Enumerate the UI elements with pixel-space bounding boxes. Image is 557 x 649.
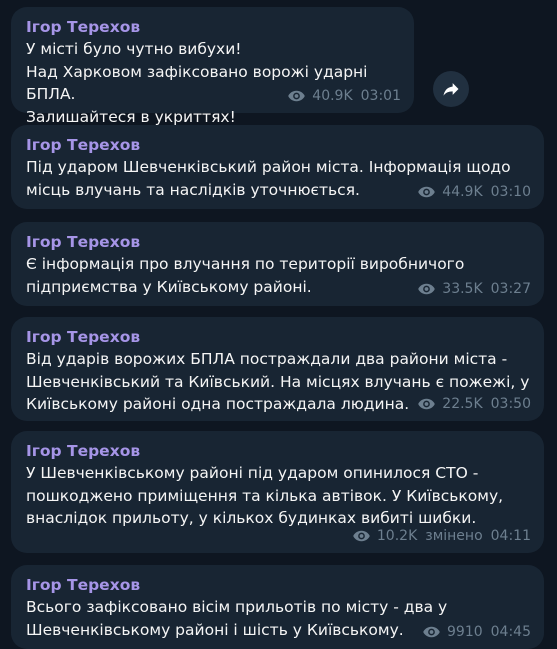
share-arrow-icon [443, 83, 459, 96]
message-time: 04:45 [490, 624, 531, 640]
message-author[interactable]: Ігор Терехов [26, 134, 531, 156]
eye-icon [418, 283, 436, 295]
view-count: 40.9K [312, 88, 353, 104]
message-author[interactable]: Ігор Терехов [26, 326, 531, 348]
message-bubble[interactable]: Ігор Терехов У Шевченківському районі пі… [11, 431, 544, 553]
message-text: У Шевченківському районі під ударом опин… [26, 464, 504, 527]
message-time: 03:50 [490, 396, 531, 412]
eye-icon [418, 186, 436, 198]
message-time: 03:10 [490, 184, 531, 200]
eye-icon [353, 530, 370, 542]
view-count: 44.9K [442, 184, 483, 200]
view-count: 22.5K [442, 396, 483, 412]
view-count: 10.2K [376, 528, 418, 544]
eye-icon [423, 626, 440, 638]
message-time: 03:27 [490, 281, 531, 297]
edited-label: змінено [425, 528, 483, 544]
message-meta: 44.9K 03:10 [417, 183, 531, 201]
message-bubble[interactable]: Ігор Терехов Від ударів ворожих БПЛА пос… [11, 317, 544, 421]
message-feed[interactable]: Ігор Терехов У місті було чутно вибухи! … [0, 0, 557, 649]
eye-icon [288, 90, 306, 102]
share-button[interactable] [433, 71, 469, 107]
eye-icon [418, 398, 436, 410]
message-meta: 10.2K змінено 04:11 [352, 527, 531, 545]
message-author[interactable]: Ігор Терехов [26, 231, 531, 253]
message-time: 03:01 [360, 88, 401, 104]
message-bubble[interactable]: Ігор Терехов Під ударом Шевченківський р… [11, 125, 544, 209]
message-text: У місті було чутно вибухи! Над Харковом … [26, 40, 368, 126]
message-bubble[interactable]: Ігор Терехов Є інформація про влучання п… [11, 222, 544, 306]
view-count: 9910 [447, 624, 483, 640]
message-meta: 9910 04:45 [422, 623, 531, 641]
message-author[interactable]: Ігор Терехов [26, 574, 531, 596]
view-count: 33.5K [442, 281, 483, 297]
message-meta: 40.9K 03:01 [287, 87, 401, 105]
message-bubble[interactable]: Ігор Терехов Всього зафіксовано вісім пр… [11, 565, 544, 649]
message-bubble[interactable]: Ігор Терехов У місті було чутно вибухи! … [11, 7, 414, 126]
message-author[interactable]: Ігор Терехов [26, 440, 531, 462]
message-time: 04:11 [490, 528, 531, 544]
message-meta: 22.5K 03:50 [417, 395, 531, 413]
message-meta: 33.5K 03:27 [417, 280, 531, 298]
message-author[interactable]: Ігор Терехов [26, 16, 401, 38]
